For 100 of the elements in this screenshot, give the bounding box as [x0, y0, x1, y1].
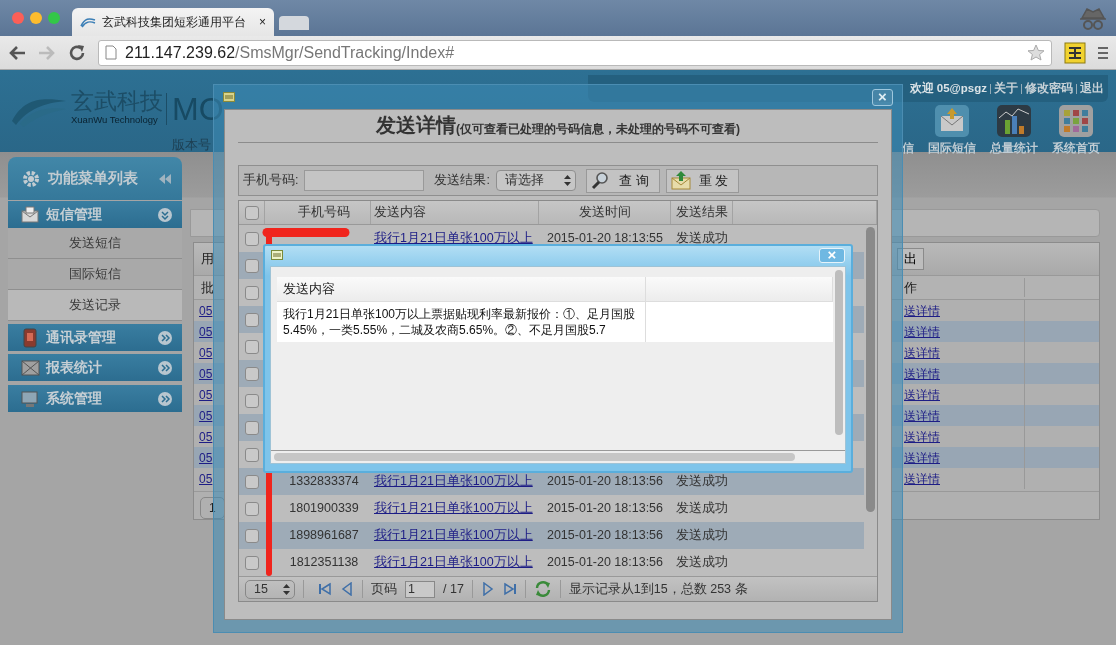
row-checkbox[interactable]	[245, 285, 259, 300]
content-link[interactable]: 我行1月21日单张100万以上	[374, 501, 533, 516]
table-cell: 2015-01-20 18:13:56	[546, 555, 664, 570]
browser-tab[interactable]: 玄武科技集团短彩通用平台 ×	[72, 8, 274, 36]
sidebar-group[interactable]: 系统管理	[8, 385, 182, 412]
row-checkbox[interactable]	[245, 555, 259, 570]
star-icon[interactable]	[1027, 44, 1045, 61]
previous-page-icon[interactable]	[340, 582, 354, 596]
minimize-window-button[interactable]	[30, 12, 42, 24]
toolbar-text: 用	[201, 250, 214, 269]
shortcut-button[interactable]: 系统首页	[1048, 104, 1104, 158]
batch-link[interactable]: 05	[199, 429, 213, 444]
row-checkbox[interactable]	[245, 231, 259, 246]
detail-link[interactable]: 送详情	[904, 385, 940, 404]
detail-link[interactable]: 送详情	[904, 322, 940, 341]
collapse-icon[interactable]	[158, 172, 172, 185]
export-button[interactable]: 出	[897, 248, 924, 270]
reload-icon[interactable]	[68, 43, 86, 62]
first-page-icon[interactable]	[318, 582, 332, 596]
table-cell: 1898961687	[289, 528, 359, 543]
batch-link[interactable]: 05	[199, 387, 213, 402]
search-icon	[590, 171, 611, 190]
batch-link[interactable]: 05	[199, 408, 213, 423]
row-checkbox[interactable]	[245, 393, 259, 408]
address-bar[interactable]: 211.147.239.62/SmsMgr/SendTracking/Index#	[98, 39, 1052, 66]
tab-close-button[interactable]: ×	[259, 13, 266, 31]
refresh-icon[interactable]	[533, 580, 552, 598]
page-size-select[interactable]: 15	[245, 579, 295, 599]
row-checkbox[interactable]	[245, 258, 259, 273]
menu-icon[interactable]	[1098, 44, 1108, 61]
content-link[interactable]: 我行1月21日单张100万以上	[374, 528, 533, 543]
row-checkbox[interactable]	[245, 366, 259, 381]
detail-link[interactable]: 送详情	[904, 301, 940, 320]
batch-link[interactable]: 05	[199, 303, 213, 318]
sidebar-item[interactable]: 发送短信	[8, 228, 182, 259]
content-link[interactable]: 我行1月21日单张100万以上	[374, 474, 533, 489]
back-icon[interactable]	[8, 44, 26, 61]
batch-link[interactable]: 05	[199, 471, 213, 486]
shortcut-button[interactable]: 国际短信	[924, 104, 980, 158]
header-link[interactable]: 退出	[1080, 79, 1104, 98]
column-header: 发送结果	[675, 204, 728, 222]
row-checkbox[interactable]	[245, 501, 259, 516]
header-link[interactable]: 关于	[994, 79, 1018, 98]
shortcut-button[interactable]: 总量统计	[986, 104, 1042, 158]
field-label: 发送结果:	[434, 172, 490, 190]
header-link[interactable]: 修改密码	[1025, 79, 1073, 98]
scrollbar[interactable]	[274, 453, 795, 461]
detail-link[interactable]: 送详情	[904, 469, 940, 488]
result-select[interactable]: 请选择	[495, 170, 576, 191]
scrollbar[interactable]	[866, 227, 875, 512]
batch-link[interactable]: 05	[199, 366, 213, 381]
detail-link[interactable]: 送详情	[904, 406, 940, 425]
row-checkbox[interactable]	[245, 447, 259, 462]
field-label: 手机号码:	[243, 172, 299, 190]
content-link[interactable]: 我行1月21日单张100万以上	[374, 555, 533, 570]
batch-link[interactable]: 05	[199, 324, 213, 339]
page-total: / 17	[443, 580, 464, 598]
sidebar-group[interactable]: 通讯录管理	[8, 324, 182, 351]
page-field[interactable]: 1	[405, 580, 435, 598]
table-cell: 发送成功	[676, 231, 728, 246]
detail-link[interactable]: 送详情	[904, 427, 940, 446]
envelope-icon	[670, 171, 691, 190]
content-link[interactable]: 我行1月21日单张100万以上	[374, 231, 533, 246]
table-cell: 发送成功	[676, 555, 728, 570]
batch-link[interactable]: 05	[199, 345, 213, 360]
search-button[interactable]: 查 询	[585, 168, 660, 193]
table-cell: 发送成功	[676, 501, 728, 516]
row-checkbox[interactable]	[245, 312, 259, 327]
detail-link[interactable]: 送详情	[904, 343, 940, 362]
close-window-button[interactable]	[12, 12, 24, 24]
grid-icon	[1058, 104, 1094, 138]
extension-icon[interactable]	[1064, 41, 1086, 64]
maximize-window-button[interactable]	[48, 12, 60, 24]
row-checkbox[interactable]	[245, 474, 259, 489]
sidebar-group[interactable]: 报表统计	[8, 354, 182, 381]
resend-button[interactable]: 重 发	[665, 168, 740, 193]
detail-link[interactable]: 送详情	[904, 448, 940, 467]
row-checkbox[interactable]	[245, 420, 259, 435]
row-checkbox[interactable]	[245, 339, 259, 354]
select-all-checkbox[interactable]	[244, 205, 259, 220]
dialog-note: (仅可查看已处理的号码信息，未处理的号码不可查看)	[456, 122, 740, 138]
book-icon	[20, 327, 40, 348]
scrollbar[interactable]	[835, 270, 843, 435]
mail-icon	[20, 204, 40, 225]
table-cell: 1812351138	[289, 555, 359, 570]
table-cell: 2015-01-20 18:13:55	[546, 231, 664, 246]
sidebar-item[interactable]: 国际短信	[8, 259, 182, 290]
new-tab-button[interactable]	[279, 16, 309, 30]
next-page-icon[interactable]	[480, 582, 495, 596]
sidebar-group[interactable]: 短信管理	[8, 201, 182, 228]
close-button[interactable]: ×	[872, 88, 893, 106]
phone-field[interactable]	[304, 170, 425, 191]
last-page-icon[interactable]	[502, 582, 517, 596]
column-header: 批	[201, 279, 214, 295]
batch-link[interactable]: 05	[199, 450, 213, 465]
row-checkbox[interactable]	[245, 528, 259, 543]
detail-link[interactable]: 送详情	[904, 364, 940, 383]
pc-icon	[20, 388, 40, 409]
sidebar-item[interactable]: 发送记录	[8, 290, 182, 321]
table-cell: 发送成功	[676, 528, 728, 543]
